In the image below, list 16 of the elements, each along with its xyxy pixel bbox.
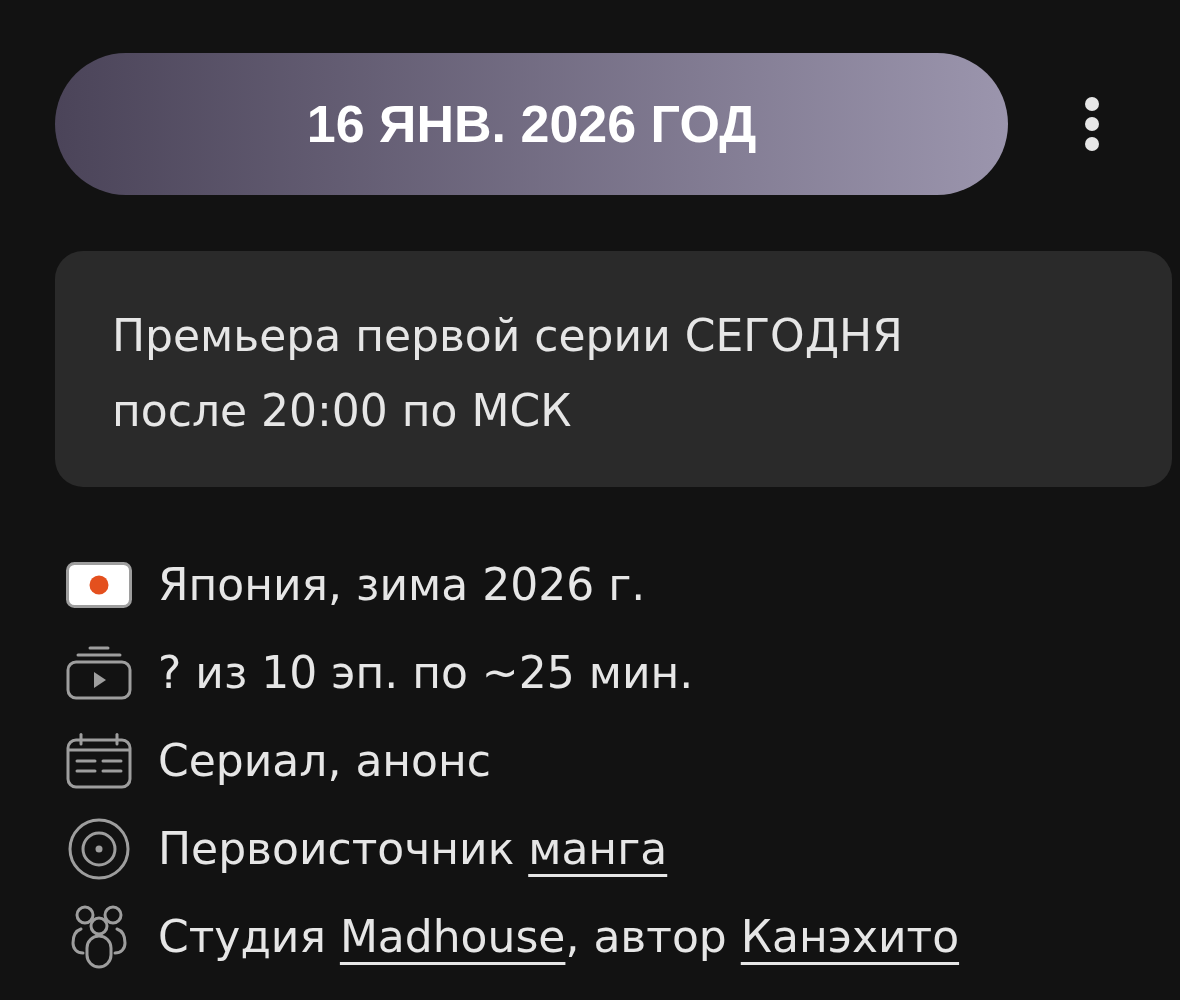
date-pill[interactable]: 16 ЯНВ. 2026 ГОД	[55, 53, 1008, 195]
more-icon	[1084, 96, 1100, 152]
link[interactable]: манга	[528, 823, 668, 874]
play-screen-icon	[65, 646, 132, 700]
detail-text: ? из 10 эп. по ~25 мин.	[158, 646, 694, 700]
flag-icon	[65, 562, 132, 608]
notice-text: Премьера первой серии СЕГОДНЯ после 20:00 по МСК	[112, 309, 904, 438]
target-icon	[67, 818, 130, 880]
detail-text: Япония, зима 2026 г.	[158, 558, 646, 612]
people-icon	[70, 905, 127, 969]
detail-text: Студия Madhouse, автор Канэхито	[158, 910, 960, 964]
link[interactable]: Канэхито	[740, 911, 960, 962]
detail-text: Сериал, анонс	[158, 734, 491, 788]
link[interactable]: Madhouse	[339, 911, 566, 962]
detail-text: Первоисточник манга	[158, 822, 668, 876]
calendar-icon	[65, 733, 132, 789]
